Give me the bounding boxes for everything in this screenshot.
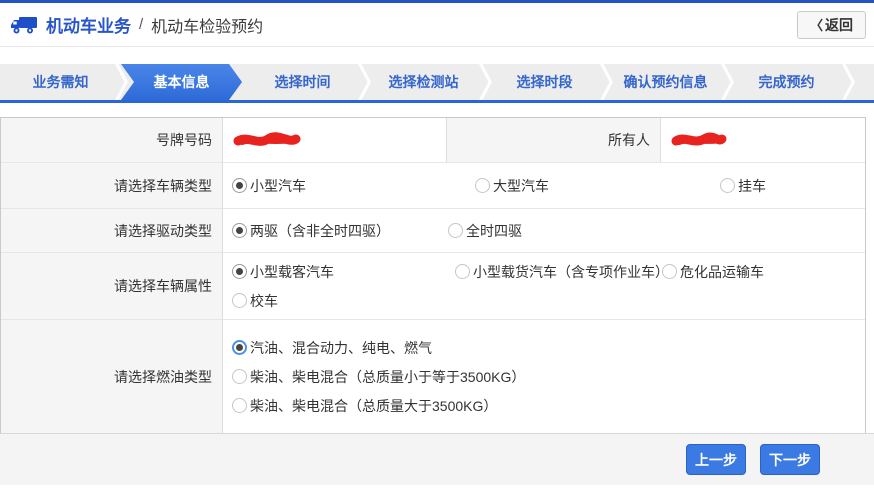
step-select-timeslot[interactable]: 选择时段: [484, 64, 605, 100]
vehicle-type-label: 请选择车辆类型: [1, 163, 223, 208]
option-hazardous-transport[interactable]: 危化品运输车: [662, 262, 764, 282]
option-school-bus[interactable]: 校车: [232, 291, 278, 311]
step-label: 选择检测站: [389, 72, 459, 92]
option-line: 小型载客汽车 小型载货汽车（含专项作业车） 危化品运输车: [232, 257, 865, 286]
action-bar: 上一步 下一步: [0, 433, 874, 485]
option-full-time-4wd[interactable]: 全时四驱: [448, 221, 522, 241]
redacted-plate-scribble: [232, 131, 302, 149]
radio-diesel-over-3500kg[interactable]: [232, 398, 247, 413]
vehicle-type-options: 小型汽车 大型汽车 挂车: [223, 163, 865, 208]
step-label: 基本信息: [154, 72, 210, 92]
vehicle-attribute-options: 小型载客汽车 小型载货汽车（含专项作业车） 危化品运输车 校车: [223, 253, 865, 319]
radio-school-bus[interactable]: [232, 293, 247, 308]
step-label: 选择时段: [517, 72, 573, 92]
radio-small-cargo[interactable]: [455, 264, 470, 279]
fuel-type-label: 请选择燃油类型: [1, 320, 223, 433]
radio-hazardous-transport[interactable]: [662, 264, 677, 279]
owner-label: 所有人: [447, 118, 661, 162]
option-label: 挂车: [738, 176, 766, 196]
option-small-passenger[interactable]: 小型载客汽车: [232, 262, 455, 282]
radio-diesel-under-3500kg[interactable]: [232, 369, 247, 384]
breadcrumb-separator: /: [139, 16, 143, 33]
row-vehicle-type: 请选择车辆类型 小型汽车 大型汽车 挂车: [1, 163, 865, 209]
radio-small-car[interactable]: [232, 178, 247, 193]
step-label: 确认预约信息: [624, 72, 708, 92]
plate-number-value: [223, 118, 447, 162]
option-label: 小型载客汽车: [250, 262, 334, 282]
option-label: 危化品运输车: [680, 262, 764, 282]
step-label: 完成预约: [759, 72, 815, 92]
option-trailer[interactable]: 挂车: [720, 176, 766, 196]
step-basic-info[interactable]: 基本信息: [121, 64, 242, 100]
row-vehicle-attribute: 请选择车辆属性 小型载客汽车 小型载货汽车（含专项作业车） 危化品运输车: [1, 253, 865, 320]
option-line: 柴油、柴电混合（总质量大于3500KG）: [232, 391, 865, 420]
step-notice[interactable]: 业务需知: [0, 64, 121, 100]
step-wizard: 业务需知 基本信息 选择时间 选择检测站 选择时段 确认预约信息 完成预约: [0, 64, 874, 103]
page: 机动车业务 / 机动车检验预约 〈 返回 业务需知 基本信息 选择时间 选择检测…: [0, 0, 874, 490]
option-diesel-over-3500kg[interactable]: 柴油、柴电混合（总质量大于3500KG）: [232, 396, 497, 416]
option-line: 小型汽车 大型汽车 挂车: [232, 171, 865, 200]
option-line: 柴油、柴电混合（总质量小于等于3500KG）: [232, 362, 865, 391]
option-small-cargo[interactable]: 小型载货汽车（含专项作业车）: [455, 262, 662, 282]
chevron-left-icon: 〈: [810, 15, 823, 34]
option-two-wheel-drive[interactable]: 两驱（含非全时四驱）: [232, 221, 448, 241]
next-step-button[interactable]: 下一步: [760, 444, 820, 475]
back-button[interactable]: 〈 返回: [797, 11, 866, 39]
option-large-car[interactable]: 大型汽车: [475, 176, 720, 196]
breadcrumb-section: 机动车业务: [46, 12, 131, 37]
redacted-owner-scribble: [670, 131, 728, 149]
header: 机动车业务 / 机动车检验预约 〈 返回: [0, 3, 874, 47]
radio-trailer[interactable]: [720, 178, 735, 193]
option-label: 校车: [250, 291, 278, 311]
row-fuel-type: 请选择燃油类型 汽油、混合动力、纯电、燃气 柴油、柴电混合（总质量小于等于350…: [1, 320, 865, 433]
option-label: 柴油、柴电混合（总质量大于3500KG）: [250, 396, 497, 416]
fuel-type-options: 汽油、混合动力、纯电、燃气 柴油、柴电混合（总质量小于等于3500KG） 柴油、…: [223, 320, 865, 433]
page-title: 机动车检验预约: [151, 13, 263, 37]
step-label: 业务需知: [33, 72, 89, 92]
radio-gasoline-hybrid-electric-gas[interactable]: [232, 340, 247, 355]
drive-type-label: 请选择驱动类型: [1, 209, 223, 252]
radio-small-passenger[interactable]: [232, 264, 247, 279]
option-label: 小型汽车: [250, 176, 306, 196]
owner-value: [661, 118, 865, 162]
step-confirm-info[interactable]: 确认预约信息: [605, 64, 726, 100]
option-gasoline-hybrid-electric-gas[interactable]: 汽油、混合动力、纯电、燃气: [232, 338, 432, 358]
drive-type-options: 两驱（含非全时四驱） 全时四驱: [223, 209, 865, 252]
option-label: 两驱（含非全时四驱）: [250, 221, 390, 241]
option-label: 大型汽车: [493, 176, 549, 196]
option-line: 校车: [232, 286, 865, 315]
truck-icon: [10, 14, 38, 36]
option-label: 柴油、柴电混合（总质量小于等于3500KG）: [250, 367, 525, 387]
step-select-time[interactable]: 选择时间: [242, 64, 363, 100]
step-complete[interactable]: 完成预约: [726, 64, 847, 100]
plate-number-label: 号牌号码: [1, 118, 223, 162]
previous-step-button[interactable]: 上一步: [686, 444, 746, 475]
appointment-form: 号牌号码 所有人 请选择车辆类型: [0, 117, 866, 434]
step-select-station[interactable]: 选择检测站: [363, 64, 484, 100]
back-button-label: 返回: [825, 15, 853, 35]
row-drive-type: 请选择驱动类型 两驱（含非全时四驱） 全时四驱: [1, 209, 865, 253]
vehicle-attribute-label: 请选择车辆属性: [1, 253, 223, 319]
step-label: 选择时间: [275, 72, 331, 92]
option-diesel-under-3500kg[interactable]: 柴油、柴电混合（总质量小于等于3500KG）: [232, 367, 525, 387]
option-label: 汽油、混合动力、纯电、燃气: [250, 338, 432, 358]
radio-large-car[interactable]: [475, 178, 490, 193]
option-label: 小型载货汽车（含专项作业车）: [473, 262, 662, 282]
radio-two-wheel-drive[interactable]: [232, 223, 247, 238]
option-label: 全时四驱: [466, 221, 522, 241]
row-plate-owner: 号牌号码 所有人: [1, 118, 865, 163]
radio-full-time-4wd[interactable]: [448, 223, 463, 238]
option-line: 两驱（含非全时四驱） 全时四驱: [232, 216, 865, 245]
option-small-car[interactable]: 小型汽车: [232, 176, 475, 196]
option-line: 汽油、混合动力、纯电、燃气: [232, 333, 865, 362]
